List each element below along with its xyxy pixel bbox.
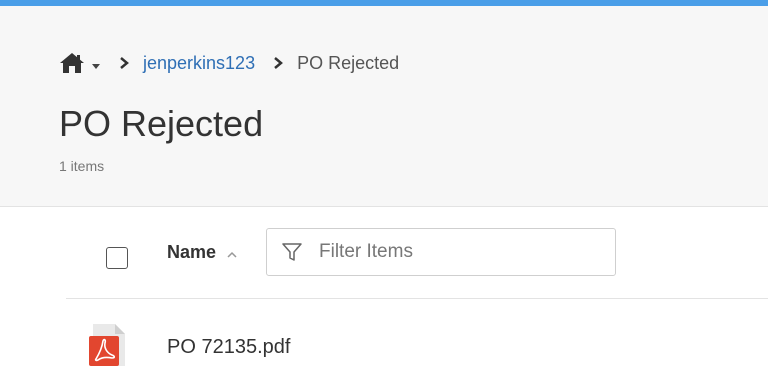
breadcrumb-user-link[interactable]: jenperkins123 [143,53,255,74]
breadcrumb: jenperkins123 PO Rejected [59,50,399,76]
list-divider [66,298,768,299]
chevron-right-icon [117,56,131,70]
chevron-right-icon [271,56,285,70]
breadcrumb-current: PO Rejected [297,52,400,73]
sort-ascending-icon [226,247,238,258]
list-item[interactable]: PO 72135.pdf [0,310,768,366]
pdf-icon [89,324,125,366]
name-column-label: Name [167,241,217,262]
page-title: PO Rejected [59,103,264,144]
name-column-sort[interactable]: Name [167,241,238,263]
filter-field[interactable] [266,228,616,276]
file-name[interactable]: PO 72135.pdf [167,336,290,359]
list-header: Name [0,207,768,302]
select-all-checkbox[interactable] [106,247,128,269]
page-header: jenperkins123 PO Rejected PO Rejected 1 … [0,6,768,207]
filter-icon [281,241,303,263]
caret-down-icon[interactable] [91,58,101,69]
filter-input[interactable] [319,241,579,263]
item-count: 1 items [59,158,105,174]
home-icon[interactable] [59,52,85,74]
